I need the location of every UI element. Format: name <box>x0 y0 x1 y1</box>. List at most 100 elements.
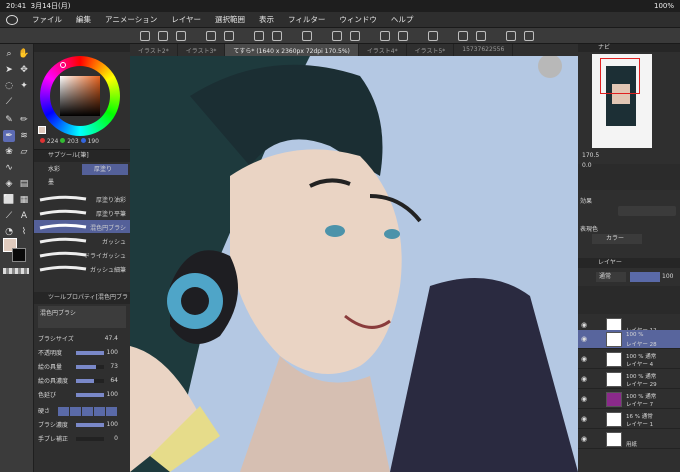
visibility-eye-icon[interactable]: ◉ <box>581 395 589 403</box>
prop-hardness[interactable]: 硬さ <box>38 406 128 417</box>
layer-row[interactable]: ◉ 100 % 通常 レイヤー 29 <box>578 370 680 389</box>
frame-tool-icon[interactable]: ▦ <box>18 194 30 206</box>
prop-opacity[interactable]: 不透明度 100 <box>38 348 128 359</box>
menu-file[interactable]: ファイル <box>32 14 62 25</box>
airbrush-tool-icon[interactable]: ≋ <box>18 130 30 142</box>
prop-brush-size[interactable]: ブラシサイズ 47.4 <box>38 334 128 345</box>
eraser-tool-icon[interactable]: ▱ <box>18 146 30 158</box>
drawing-canvas[interactable] <box>130 56 578 472</box>
saturation-value-square[interactable] <box>60 76 100 116</box>
invert-selection-icon[interactable] <box>350 31 360 41</box>
sync-icon[interactable] <box>506 31 516 41</box>
app-logo-icon[interactable] <box>6 14 18 25</box>
layer-row[interactable]: ◉ 100 % 通常 レイヤー 4 <box>578 350 680 369</box>
fill-tool-icon[interactable]: ◈ <box>3 178 15 190</box>
menu-animation[interactable]: アニメーション <box>105 14 157 25</box>
ruler-icon[interactable] <box>428 31 438 41</box>
prop-color-stretch[interactable]: 色延び 100 <box>38 390 128 401</box>
transparent-swatch[interactable] <box>3 268 29 274</box>
effect-buttons[interactable] <box>618 206 676 216</box>
visibility-eye-icon[interactable]: ◉ <box>581 335 589 343</box>
layer-row[interactable]: ◉ 100 % 通常 レイヤー 7 <box>578 390 680 409</box>
rotation-value[interactable]: 0.0 <box>582 162 612 171</box>
share-icon[interactable] <box>524 31 534 41</box>
zoom-tool-icon[interactable]: ⌕ <box>3 48 15 60</box>
tab-6[interactable]: 15737622556 <box>454 44 514 56</box>
transform-icon[interactable] <box>302 31 312 41</box>
brush-item[interactable]: 厚塗り油彩 <box>34 192 130 205</box>
clear-icon[interactable] <box>254 31 264 41</box>
eyedropper-icon[interactable]: ⟋ <box>3 96 15 108</box>
prop-brush-density[interactable]: ブラシ濃度 100 <box>38 420 128 431</box>
expression-color-select[interactable]: カラー <box>592 234 642 244</box>
visibility-eye-icon[interactable]: ◉ <box>581 435 589 443</box>
prop-paint-amount[interactable]: 絵の具量 73 <box>38 362 128 373</box>
check-icon[interactable] <box>458 31 468 41</box>
subtool-group-ink[interactable]: 墨 <box>36 177 80 188</box>
hardness-steps[interactable] <box>58 407 118 416</box>
brush-tool-icon[interactable]: ✒ <box>3 130 15 142</box>
subtool-group-watercolor[interactable]: 水彩 <box>36 164 80 175</box>
visibility-eye-icon[interactable]: ◉ <box>581 321 589 329</box>
visibility-eye-icon[interactable]: ◉ <box>581 355 589 363</box>
brush-item[interactable]: ドライガッシュ <box>34 248 130 261</box>
color-panel-header <box>34 44 130 52</box>
tab-active[interactable]: てすら* (1640 x 2360px 72dpi 170.5%) <box>225 44 359 56</box>
opacity-value[interactable]: 100 <box>662 273 673 280</box>
sub-color-swatch[interactable] <box>12 248 26 262</box>
check2-icon[interactable] <box>476 31 486 41</box>
move-tool-icon[interactable]: ✥ <box>18 64 30 76</box>
snap-ruler-icon[interactable] <box>380 31 390 41</box>
save-icon[interactable] <box>176 31 186 41</box>
visibility-eye-icon[interactable]: ◉ <box>581 375 589 383</box>
prop-paint-density[interactable]: 絵の具濃度 64 <box>38 376 128 387</box>
open-file-icon[interactable] <box>158 31 168 41</box>
brush-item[interactable]: ガッシュ細筆 <box>34 262 130 275</box>
visibility-eye-icon[interactable]: ◉ <box>581 415 589 423</box>
brush-item-selected[interactable]: 混色円ブラシ <box>34 220 130 233</box>
zoom-value[interactable]: 170.5 <box>582 152 612 161</box>
fill-icon[interactable] <box>272 31 282 41</box>
gradient-tool-icon[interactable]: ▤ <box>18 178 30 190</box>
brush-item[interactable]: ガッシュ <box>34 234 130 247</box>
deselect-icon[interactable] <box>332 31 342 41</box>
subtool-group-thick-paint[interactable]: 厚塗り <box>82 164 128 175</box>
navigator-preview[interactable] <box>592 54 652 148</box>
opacity-slider[interactable] <box>630 272 660 282</box>
menu-layer[interactable]: レイヤー <box>171 14 201 25</box>
operation-tool-icon[interactable]: ➤ <box>3 64 15 76</box>
balloon-tool-icon[interactable]: ◔ <box>3 226 15 238</box>
correct-line-tool-icon[interactable]: ⌇ <box>18 226 30 238</box>
hue-handle[interactable] <box>60 62 66 68</box>
snap-grid-icon[interactable] <box>398 31 408 41</box>
menu-view[interactable]: 表示 <box>259 14 274 25</box>
undo-icon[interactable] <box>206 31 216 41</box>
menu-selection[interactable]: 選択範囲 <box>215 14 245 25</box>
blend-mode-select[interactable]: 通常 <box>596 272 626 282</box>
blend-tool-icon[interactable]: ∿ <box>3 162 15 174</box>
magic-wand-icon[interactable]: ✦ <box>18 80 30 92</box>
menu-edit[interactable]: 編集 <box>76 14 91 25</box>
layer-row-selected[interactable]: ◉ 100 % レイヤー 28 <box>578 330 680 349</box>
layer-row[interactable]: ◉ 16 % 通常 レイヤー 1 <box>578 410 680 429</box>
text-tool-icon[interactable]: A <box>18 210 30 222</box>
pen-tool-icon[interactable]: ✎ <box>3 114 15 126</box>
new-file-icon[interactable] <box>140 31 150 41</box>
tab-1[interactable]: イラスト2* <box>130 44 178 56</box>
tab-4[interactable]: イラスト4* <box>359 44 407 56</box>
decoration-tool-icon[interactable]: ❀ <box>3 146 15 158</box>
redo-icon[interactable] <box>224 31 234 41</box>
tab-5[interactable]: イラスト5* <box>407 44 455 56</box>
menu-window[interactable]: ウィンドウ <box>339 14 377 25</box>
hand-tool-icon[interactable]: ✋ <box>18 48 30 60</box>
figure-tool-icon[interactable]: ⬜ <box>3 194 15 206</box>
tab-2[interactable]: イラスト3* <box>178 44 226 56</box>
prop-stabilization[interactable]: 手ブレ補正 0 <box>38 434 128 445</box>
ruler-tool-icon[interactable]: ⟋ <box>3 210 15 222</box>
lasso-tool-icon[interactable]: ◌ <box>3 80 15 92</box>
menu-help[interactable]: ヘルプ <box>391 14 414 25</box>
pencil-tool-icon[interactable]: ✏ <box>18 114 30 126</box>
brush-item[interactable]: 厚塗り平筆 <box>34 206 130 219</box>
layer-row[interactable]: ◉ 用紙 <box>578 430 680 449</box>
menu-filter[interactable]: フィルター <box>288 14 325 25</box>
